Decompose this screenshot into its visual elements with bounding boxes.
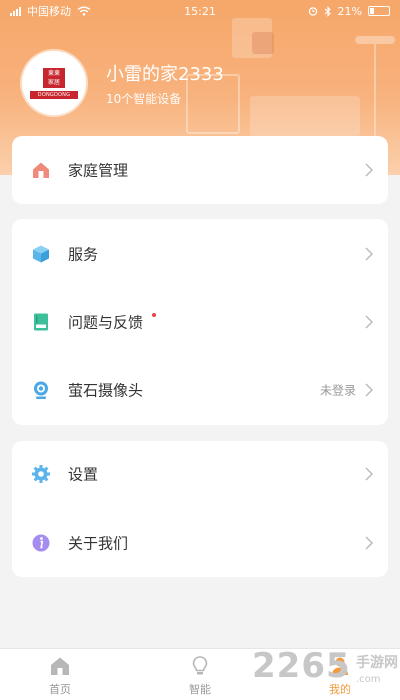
decor-lamp [355,36,395,44]
bottom-tab-bar: 首页 智能 我的 [0,648,400,700]
info-icon [32,534,50,552]
tab-mine[interactable]: 我的 [300,649,380,700]
battery-icon [368,6,390,16]
chevron-right-icon [365,383,374,397]
home-name[interactable]: 小雷的家2333 [106,60,224,86]
chevron-right-icon [365,247,374,261]
menu-card-home: 家庭管理 [12,136,388,204]
menu-item-feedback[interactable]: 问题与反馈 [12,292,388,352]
tab-label: 我的 [329,683,351,696]
device-count: 10个智能设备 [106,92,182,106]
tab-label: 智能 [189,683,211,696]
notification-dot [152,313,156,317]
menu-item-service[interactable]: 服务 [12,224,388,284]
house-icon [33,162,49,178]
menu-label: 问题与反馈 [68,313,144,332]
menu-item-home-management[interactable]: 家庭管理 [12,140,388,200]
chevron-right-icon [365,467,374,481]
menu-card-settings: 设置 关于我们 [12,441,388,577]
brand-logo-text: DONGDONG [30,90,78,99]
battery-percent: 21% [337,4,362,18]
chevron-right-icon [365,315,374,329]
brand-logo-mark: 東東 家居 [43,67,65,88]
camera-icon [34,381,48,399]
chevron-right-icon [365,163,374,177]
cube-icon [33,245,49,263]
logo-line-2: 家居 [47,78,60,86]
status-bar: 中国移动 15:21 21% [0,0,400,22]
bluetooth-icon [324,5,331,17]
avatar[interactable]: 東東 家居 DONGDONG [22,51,86,115]
signal-icon [10,6,21,16]
menu-label: 家庭管理 [68,161,129,180]
decor-sofa [250,96,360,136]
menu-card-services: 服务 问题与反馈 萤石摄像头 未登录 [12,219,388,425]
menu-label: 服务 [68,245,99,264]
menu-label: 关于我们 [68,534,129,553]
menu-label: 设置 [68,465,99,484]
decor-frame-inner [252,32,274,54]
profile-icon [332,657,348,675]
tab-home[interactable]: 首页 [20,649,100,700]
tab-label: 首页 [49,683,71,696]
chevron-right-icon [365,536,374,550]
alarm-icon [308,7,317,16]
menu-item-about-us[interactable]: 关于我们 [12,513,388,573]
tab-smart[interactable]: 智能 [160,649,240,700]
book-icon [34,313,48,331]
menu-item-ezviz-camera[interactable]: 萤石摄像头 未登录 [12,360,388,420]
carrier-name: 中国移动 [27,5,71,18]
login-status: 未登录 [319,383,356,398]
menu-label: 萤石摄像头 [68,381,144,400]
bulb-icon [192,656,208,675]
decor-lamp-pole [374,44,376,136]
home-icon [51,657,69,675]
logo-line-1: 東東 [47,69,60,77]
wifi-icon [77,6,91,16]
menu-item-settings[interactable]: 设置 [12,444,388,504]
gear-icon [32,465,50,483]
